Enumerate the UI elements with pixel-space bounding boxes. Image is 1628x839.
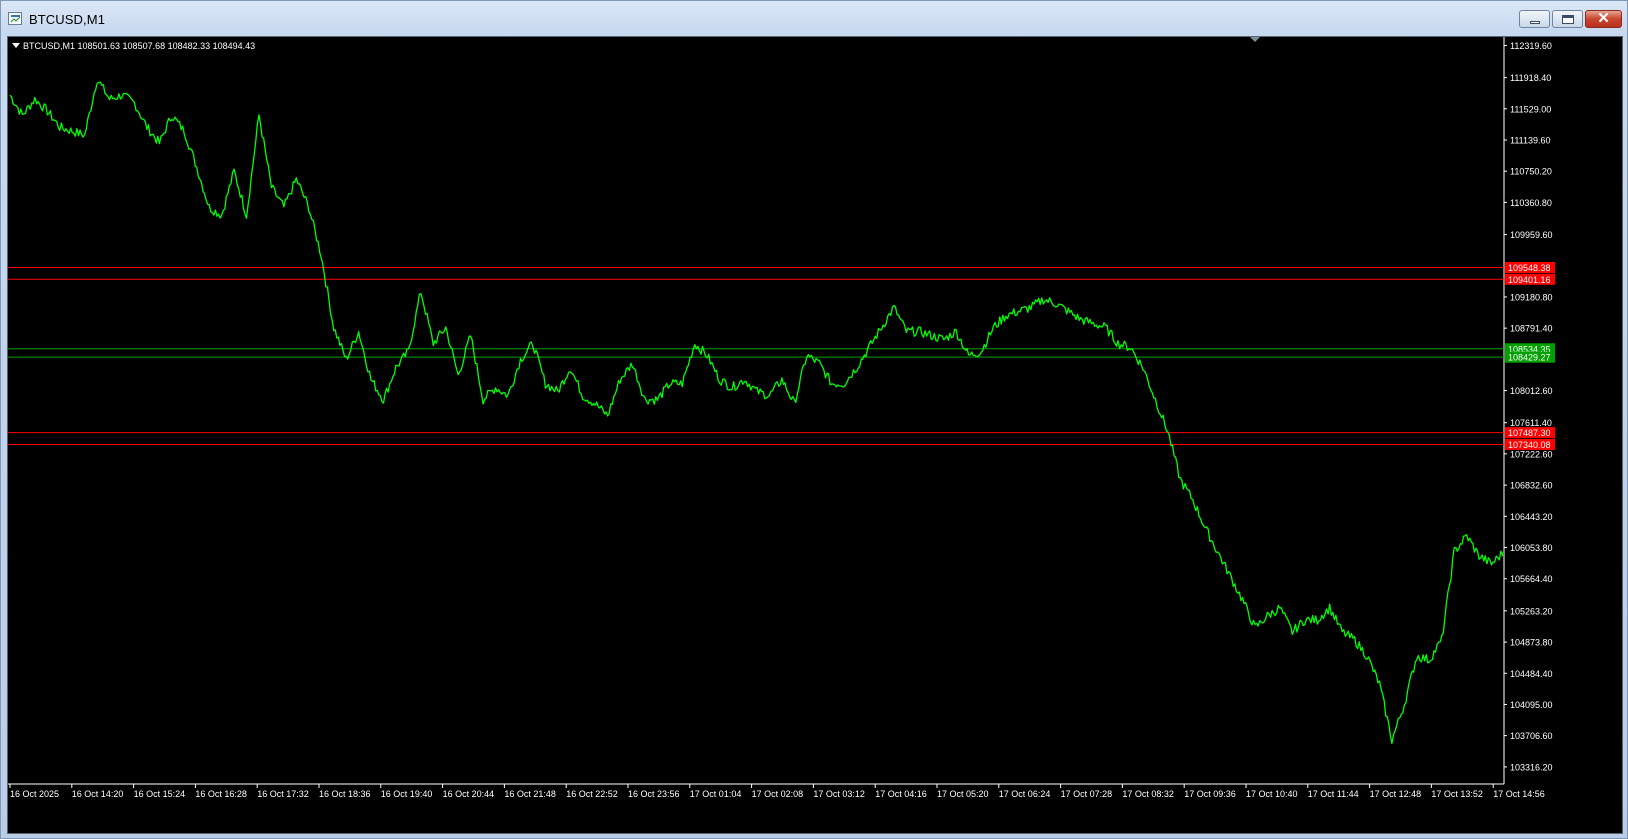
- x-tick-label: 17 Oct 11:44: [1308, 789, 1359, 799]
- y-tick-label: 111139.60: [1510, 135, 1551, 145]
- y-tick-label: 106443.20: [1510, 512, 1553, 522]
- price-level-label: 107487.30: [1508, 428, 1551, 438]
- y-tick-label: 110750.20: [1510, 167, 1552, 177]
- x-tick-label: 16 Oct 2025: [10, 789, 59, 799]
- y-tick-label: 107222.60: [1510, 449, 1553, 459]
- price-level-label: 108429.27: [1508, 353, 1551, 363]
- minimize-icon: [1530, 21, 1540, 24]
- x-tick-label: 17 Oct 10:40: [1246, 789, 1298, 799]
- y-tick-label: 104484.40: [1510, 669, 1553, 679]
- x-tick-label: 17 Oct 12:48: [1370, 789, 1422, 799]
- y-tick-label: 106053.80: [1510, 543, 1553, 553]
- x-tick-label: 16 Oct 20:44: [443, 789, 495, 799]
- price-series-line: [9, 81, 1504, 745]
- maximize-button[interactable]: [1552, 10, 1583, 28]
- dropdown-triangle-icon[interactable]: [12, 43, 20, 49]
- close-button[interactable]: ✕: [1585, 10, 1622, 28]
- y-tick-label: 103706.60: [1510, 731, 1553, 741]
- y-tick-label: 111918.40: [1510, 73, 1551, 83]
- price-chart[interactable]: 112319.60 111918.40 111529.00 111139.60 1107…: [8, 37, 1622, 833]
- x-tick-label: 17 Oct 02:08: [752, 789, 804, 799]
- price-level-label: 109401.16: [1508, 275, 1551, 285]
- y-tick-label: 105664.40: [1510, 574, 1553, 584]
- price-level-label: 109548.38: [1508, 263, 1551, 273]
- chart-info-bar: BTCUSD,M1 108501.63 108507.68 108482.33 …: [12, 41, 255, 51]
- x-tick-label: 17 Oct 09:36: [1184, 789, 1236, 799]
- x-tick-label: 17 Oct 01:04: [690, 789, 742, 799]
- minimize-button[interactable]: [1519, 10, 1550, 28]
- x-tick-label: 16 Oct 19:40: [381, 789, 433, 799]
- price-level-label: 107340.08: [1508, 440, 1551, 450]
- y-tick-label: 107611.40: [1510, 418, 1552, 428]
- x-tick-label: 16 Oct 14:20: [72, 789, 124, 799]
- x-tick-label: 16 Oct 21:48: [504, 789, 556, 799]
- y-tick-label: 104873.80: [1510, 638, 1553, 648]
- x-tick-label: 17 Oct 04:16: [875, 789, 927, 799]
- x-tick-label: 16 Oct 18:36: [319, 789, 371, 799]
- x-tick-label: 16 Oct 22:52: [566, 789, 618, 799]
- y-tick-label: 111529.00: [1510, 104, 1551, 114]
- x-tick-label: 17 Oct 07:28: [1061, 789, 1113, 799]
- x-tick-label: 16 Oct 16:28: [195, 789, 247, 799]
- window-title: BTCUSD,M1: [29, 12, 106, 27]
- y-tick-label: 104095.00: [1510, 700, 1553, 710]
- restore-icon: [1562, 15, 1574, 24]
- y-tick-label: 106832.60: [1510, 481, 1553, 491]
- chart-symbol-ohlc: BTCUSD,M1 108501.63 108507.68 108482.33 …: [23, 41, 256, 51]
- close-icon: ✕: [1597, 10, 1610, 27]
- chart-area[interactable]: 112319.60 111918.40 111529.00 111139.60 1107…: [7, 36, 1623, 834]
- chart-window-icon: [8, 12, 22, 25]
- x-tick-label: 17 Oct 13:52: [1431, 789, 1483, 799]
- chart-window: BTCUSD,M1 ✕ 112319.60 111918.40 111529.00 1…: [0, 0, 1628, 839]
- x-tick-label: 17 Oct 06:24: [999, 789, 1051, 799]
- x-tick-label: 16 Oct 23:56: [628, 789, 680, 799]
- x-tick-label: 17 Oct 14:56: [1493, 789, 1545, 799]
- y-tick-label: 108012.60: [1510, 386, 1553, 396]
- y-tick-label: 110360.80: [1510, 198, 1552, 208]
- x-tick-label: 16 Oct 15:24: [134, 789, 186, 799]
- title-bar[interactable]: BTCUSD,M1 ✕: [1, 1, 1627, 35]
- x-tick-label: 16 Oct 17:32: [257, 789, 309, 799]
- y-tick-label: 112319.60: [1510, 41, 1552, 51]
- y-tick-label: 108791.40: [1510, 324, 1553, 334]
- y-tick-label: 109180.80: [1510, 292, 1553, 302]
- y-tick-label: 105263.20: [1510, 606, 1553, 616]
- chart-shift-marker[interactable]: [1250, 37, 1260, 42]
- x-tick-label: 17 Oct 03:12: [813, 789, 865, 799]
- y-tick-label: 109959.60: [1510, 230, 1553, 240]
- y-tick-label: 103316.20: [1510, 762, 1553, 772]
- x-tick-label: 17 Oct 05:20: [937, 789, 989, 799]
- x-tick-label: 17 Oct 08:32: [1122, 789, 1174, 799]
